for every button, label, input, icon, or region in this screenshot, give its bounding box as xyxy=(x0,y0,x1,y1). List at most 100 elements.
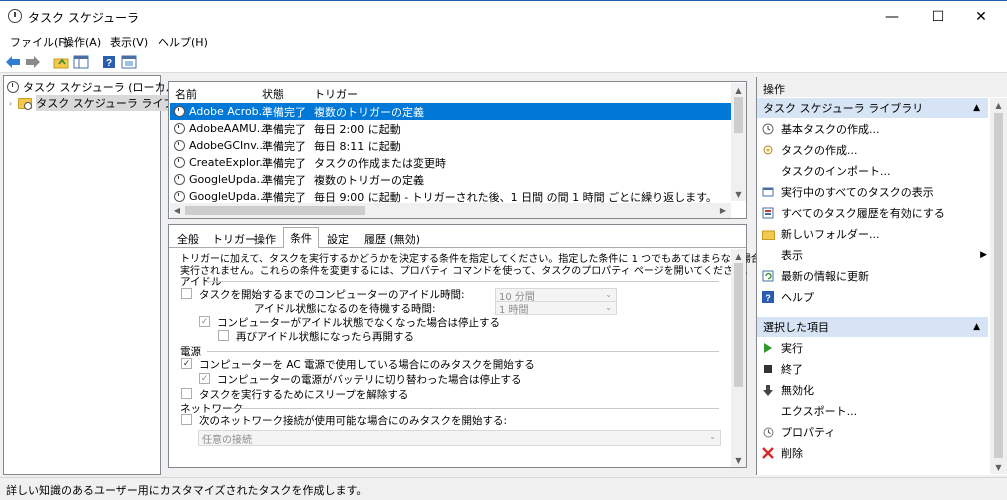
scrollbar-thumb[interactable] xyxy=(185,206,365,215)
menu-file[interactable]: ファイル(F) xyxy=(10,34,69,50)
column-header-trigger[interactable]: トリガー xyxy=(314,86,358,102)
idle-stop-checkbox[interactable]: ✓ xyxy=(199,316,210,327)
action-end[interactable]: 終了 xyxy=(761,359,987,379)
action-label: プロパティ xyxy=(781,426,836,439)
status-text: 詳しい知識のあるユーザー用にカスタマイズされたタスクを作成します。 xyxy=(6,484,368,497)
action-create-basic-task[interactable]: 基本タスクの作成... xyxy=(761,119,987,139)
action-display-running-tasks[interactable]: 実行中のすべてのタスクの表示 xyxy=(761,182,987,202)
task-row[interactable]: GoogleUpda... 準備完了 複数のトリガーの定義 xyxy=(170,171,731,188)
task-row[interactable]: CreateExplor... 準備完了 タスクの作成または変更時 xyxy=(170,154,731,171)
action-run[interactable]: 実行 xyxy=(761,338,987,358)
detail-vertical-scrollbar[interactable]: ▲ ▼ xyxy=(731,249,746,467)
menu-view[interactable]: 表示(V) xyxy=(110,34,148,50)
tab-settings[interactable]: 設定 xyxy=(321,229,355,247)
scrollbar-thumb[interactable] xyxy=(734,97,743,133)
task-name: AdobeGCInv... xyxy=(189,139,267,152)
task-name: GoogleUpda... xyxy=(189,173,268,186)
collapse-triangle-icon[interactable]: ▲ xyxy=(973,322,980,332)
power-battery-checkbox[interactable]: ✓ xyxy=(199,373,210,384)
task-list-vertical-scrollbar[interactable]: ▲ ▼ xyxy=(731,83,746,201)
action-label: エクスポート... xyxy=(781,405,858,418)
power-section-divider xyxy=(207,351,719,352)
idle-wait-value: 1 時間 xyxy=(499,304,529,316)
scroll-up-icon[interactable]: ▲ xyxy=(731,249,746,263)
task-detail-pane: 全般 トリガー 操作 条件 設定 履歴 (無効) トリガーに加えて、タスクを実行… xyxy=(168,224,811,468)
collapse-triangle-icon[interactable]: ▲ xyxy=(973,103,980,113)
minimize-button[interactable]: — xyxy=(869,1,915,32)
action-import-task[interactable]: タスクのインポート... xyxy=(761,161,987,181)
task-icon xyxy=(174,123,185,134)
task-name: CreateExplor... xyxy=(189,156,270,169)
action-help[interactable]: ? ヘルプ xyxy=(761,287,987,307)
task-trigger: 複数のトリガーの定義 xyxy=(314,173,424,187)
idle-start-label: タスクを開始するまでのコンピューターのアイドル時間: xyxy=(199,289,465,301)
run-icon xyxy=(761,341,775,355)
idle-restart-checkbox[interactable] xyxy=(218,330,229,341)
up-folder-icon[interactable] xyxy=(52,53,70,70)
power-wake-label: タスクを実行するためにスリープを解除する xyxy=(199,389,409,401)
tab-general[interactable]: 全般 xyxy=(171,229,205,247)
action-export[interactable]: エクスポート... xyxy=(761,401,987,421)
task-trigger: 複数のトリガーの定義 xyxy=(314,105,424,119)
task-list-horizontal-scrollbar[interactable]: ◀ ▶ xyxy=(170,203,731,218)
maximize-button[interactable]: ☐ xyxy=(915,1,961,32)
tab-conditions[interactable]: 条件 xyxy=(283,227,319,248)
action-label: 実行中のすべてのタスクの表示 xyxy=(781,186,934,199)
idle-wait-dropdown[interactable]: 1 時間 ⌄ xyxy=(495,301,617,316)
close-button[interactable]: ✕ xyxy=(958,1,1004,32)
column-header-name[interactable]: 名前 xyxy=(175,86,197,102)
properties-icon[interactable] xyxy=(120,53,138,70)
task-row[interactable]: AdobeGCInv... 準備完了 毎日 8:11 に起動 xyxy=(170,137,731,154)
action-disable[interactable]: 無効化 xyxy=(761,380,987,400)
tab-actions[interactable]: 操作 xyxy=(248,229,282,247)
network-connection-dropdown[interactable]: 任意の接続 ⌄ xyxy=(198,430,721,446)
end-icon xyxy=(761,362,775,376)
action-view[interactable]: 表示 ▶ xyxy=(761,245,987,265)
scroll-up-icon[interactable]: ▲ xyxy=(990,98,1007,112)
action-label: 基本タスクの作成... xyxy=(781,123,880,136)
forward-arrow-icon[interactable] xyxy=(24,53,42,70)
scroll-down-icon[interactable]: ▼ xyxy=(731,187,746,201)
tree-item-root[interactable]: タスク スケジューラ (ローカル) xyxy=(7,79,181,95)
scrollbar-thumb[interactable] xyxy=(994,113,1003,458)
action-enable-history[interactable]: すべてのタスク履歴を有効にする xyxy=(761,203,987,223)
action-create-task[interactable]: タスクの作成... xyxy=(761,140,987,160)
scroll-right-icon[interactable]: ▶ xyxy=(716,203,730,218)
tab-history[interactable]: 履歴 (無効) xyxy=(358,229,426,247)
action-refresh[interactable]: 最新の情報に更新 xyxy=(761,266,987,286)
action-delete[interactable]: 削除 xyxy=(761,443,987,463)
actions-group-library[interactable]: タスク スケジューラ ライブラリ ▲ xyxy=(757,98,988,118)
idle-start-checkbox[interactable] xyxy=(181,288,192,299)
power-ac-checkbox[interactable]: ✓ xyxy=(181,358,192,369)
scroll-left-icon[interactable]: ◀ xyxy=(170,203,184,218)
action-properties[interactable]: プロパティ xyxy=(761,422,987,442)
actions-pane-title: 操作 xyxy=(757,77,1007,97)
menu-help[interactable]: ヘルプ(H) xyxy=(158,34,208,50)
menu-action[interactable]: 操作(A) xyxy=(63,34,101,50)
actions-group-selected-item[interactable]: 選択した項目 ▲ xyxy=(757,317,988,337)
blank-icon xyxy=(761,404,775,418)
clock-icon xyxy=(7,81,19,93)
show-hide-console-tree-icon[interactable] xyxy=(72,53,90,70)
action-label: 無効化 xyxy=(781,384,814,397)
scroll-up-icon[interactable]: ▲ xyxy=(731,83,746,97)
chevron-right-icon[interactable]: › xyxy=(9,99,12,108)
action-new-folder[interactable]: 新しいフォルダー... xyxy=(761,224,987,244)
task-row[interactable]: Adobe Acrob... 準備完了 複数のトリガーの定義 xyxy=(170,103,731,120)
scrollbar-thumb[interactable] xyxy=(734,263,743,387)
title-bar: タスク スケジューラ — ☐ ✕ xyxy=(0,0,1007,31)
column-header-status[interactable]: 状態 xyxy=(262,86,284,102)
back-arrow-icon[interactable] xyxy=(4,53,22,70)
power-wake-checkbox[interactable] xyxy=(181,388,192,399)
history-icon xyxy=(761,206,775,220)
help-icon[interactable]: ? xyxy=(100,53,118,70)
chevron-down-icon: ⌄ xyxy=(605,290,612,299)
network-only-checkbox[interactable] xyxy=(181,414,192,425)
task-row[interactable]: AdobeAAMU... 準備完了 毎日 2:00 に起動 xyxy=(170,120,731,137)
scroll-down-icon[interactable]: ▼ xyxy=(990,460,1007,474)
library-folder-icon xyxy=(18,97,33,110)
task-icon xyxy=(174,140,185,151)
idle-restart-label: 再びアイドル状態になったら再開する xyxy=(236,331,414,343)
scroll-down-icon[interactable]: ▼ xyxy=(731,453,746,467)
actions-vertical-scrollbar[interactable]: ▲ ▼ xyxy=(990,98,1007,474)
